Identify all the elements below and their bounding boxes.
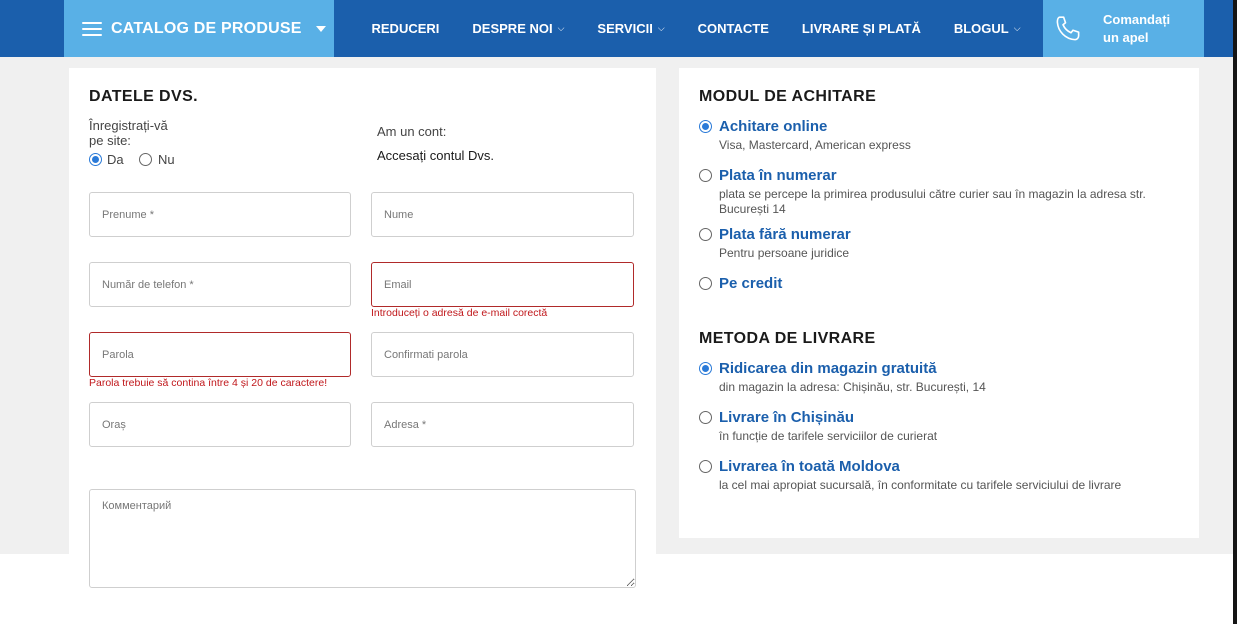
register-no-radio[interactable] [139, 153, 152, 166]
payment-option[interactable]: Achitare online Visa, Mastercard, Americ… [699, 118, 1179, 153]
catalog-label: CATALOG DE PRODUSE [111, 19, 302, 37]
first-name-input[interactable] [89, 192, 351, 237]
email-error-message: Introduceți o adresă de e-mail corectă [371, 307, 548, 319]
catalog-menu-button[interactable]: CATALOG DE PRODUSE [64, 0, 334, 57]
delivery-moldova-radio[interactable] [699, 460, 712, 473]
payment-option-label[interactable]: Plata fără numerar [719, 226, 851, 243]
nav-item-despre-noi[interactable]: DESPRE NOI ⌵ [456, 21, 581, 36]
topbar-tail [1204, 0, 1233, 57]
delivery-option-desc: la cel mai apropiat sucursală, în confor… [719, 478, 1122, 492]
delivery-option-label[interactable]: Livrare în Chișinău [719, 409, 854, 426]
email-input[interactable] [371, 262, 634, 307]
register-yes-radio[interactable] [89, 153, 102, 166]
payment-option-desc: Visa, Mastercard, American express [719, 138, 911, 152]
delivery-option-label[interactable]: Ridicarea din magazin gratuită [719, 360, 937, 377]
payment-option[interactable]: Plata în numerar plata se percepe la pri… [699, 167, 1179, 217]
delivery-option-desc: din magazin la adresa: Chișinău, str. Bu… [719, 380, 986, 394]
password-error-message: Parola trebuie să contina între 4 și 20 … [89, 377, 328, 389]
login-link[interactable]: Accesați contul Dvs. [377, 148, 494, 163]
comment-textarea[interactable] [89, 489, 636, 588]
nav-item-blogul[interactable]: BLOGUL ⌵ [937, 21, 1037, 36]
request-call-button[interactable]: Comandați un apel [1043, 0, 1204, 57]
payment-online-radio[interactable] [699, 120, 712, 133]
personal-data-title: DATELE DVS. [89, 88, 199, 105]
caret-down-icon [315, 25, 326, 32]
password-input[interactable] [89, 332, 351, 377]
address-input[interactable] [371, 402, 634, 447]
payment-option-label[interactable]: Achitare online [719, 118, 827, 135]
nav-item-livrare-si-plata[interactable]: LIVRARE ȘI PLATĂ [785, 21, 937, 36]
payment-option[interactable]: Pe credit [699, 275, 782, 292]
main-nav: REDUCERI DESPRE NOI ⌵ SERVICII ⌵ CONTACTE … [355, 0, 1037, 57]
nav-item-servicii[interactable]: SERVICII ⌵ [581, 21, 681, 36]
delivery-pickup-radio[interactable] [699, 362, 712, 375]
delivery-chisinau-radio[interactable] [699, 411, 712, 424]
nav-item-reduceri[interactable]: REDUCERI [355, 21, 456, 36]
payment-option-label[interactable]: Pe credit [719, 275, 782, 292]
delivery-option-label[interactable]: Livrarea în toată Moldova [719, 458, 900, 475]
register-no-option[interactable]: Nu [139, 152, 175, 167]
payment-option-desc: plata se percepe la primirea produsului … [719, 187, 1146, 216]
phone-icon [1056, 15, 1080, 40]
delivery-method-title: METODA DE LIVRARE [699, 330, 876, 347]
payment-cashless-radio[interactable] [699, 228, 712, 241]
delivery-option[interactable]: Livrare în Chișinău în funcție de tarife… [699, 409, 1179, 444]
have-account-label: Am un cont: [377, 124, 447, 139]
delivery-option[interactable]: Ridicarea din magazin gratuită din magaz… [699, 360, 1179, 395]
last-name-input[interactable] [371, 192, 634, 237]
city-input[interactable] [89, 402, 351, 447]
delivery-option[interactable]: Livrarea în toată Moldova la cel mai apr… [699, 458, 1179, 493]
chevron-down-icon: ⌵ [1013, 23, 1021, 33]
payment-method-title: MODUL DE ACHITARE [699, 88, 877, 105]
register-yes-option[interactable]: Da [89, 152, 124, 167]
nav-item-contacte[interactable]: CONTACTE [681, 21, 785, 36]
delivery-option-desc: în funcție de tarifele serviciilor de cu… [719, 429, 938, 443]
confirm-password-input[interactable] [371, 332, 634, 377]
payment-option-label[interactable]: Plata în numerar [719, 167, 837, 184]
chevron-down-icon: ⌵ [557, 23, 565, 33]
chevron-down-icon: ⌵ [657, 23, 665, 33]
payment-option-desc: Pentru persoane juridice [719, 246, 850, 260]
payment-option[interactable]: Plata fără numerar Pentru persoane jurid… [699, 226, 1179, 261]
request-call-label: Comandați un apel [1103, 11, 1171, 45]
window-edge [1233, 0, 1237, 624]
checkout-page: CATALOG DE PRODUSE REDUCERI DESPRE NOI ⌵ … [0, 0, 1237, 624]
register-question: Înregistrați-vă pe site: [89, 118, 168, 148]
payment-cash-radio[interactable] [699, 169, 712, 182]
phone-input[interactable] [89, 262, 351, 307]
payment-credit-radio[interactable] [699, 277, 712, 290]
top-navigation-bar: CATALOG DE PRODUSE REDUCERI DESPRE NOI ⌵ … [0, 0, 1233, 57]
hamburger-icon [82, 21, 102, 36]
